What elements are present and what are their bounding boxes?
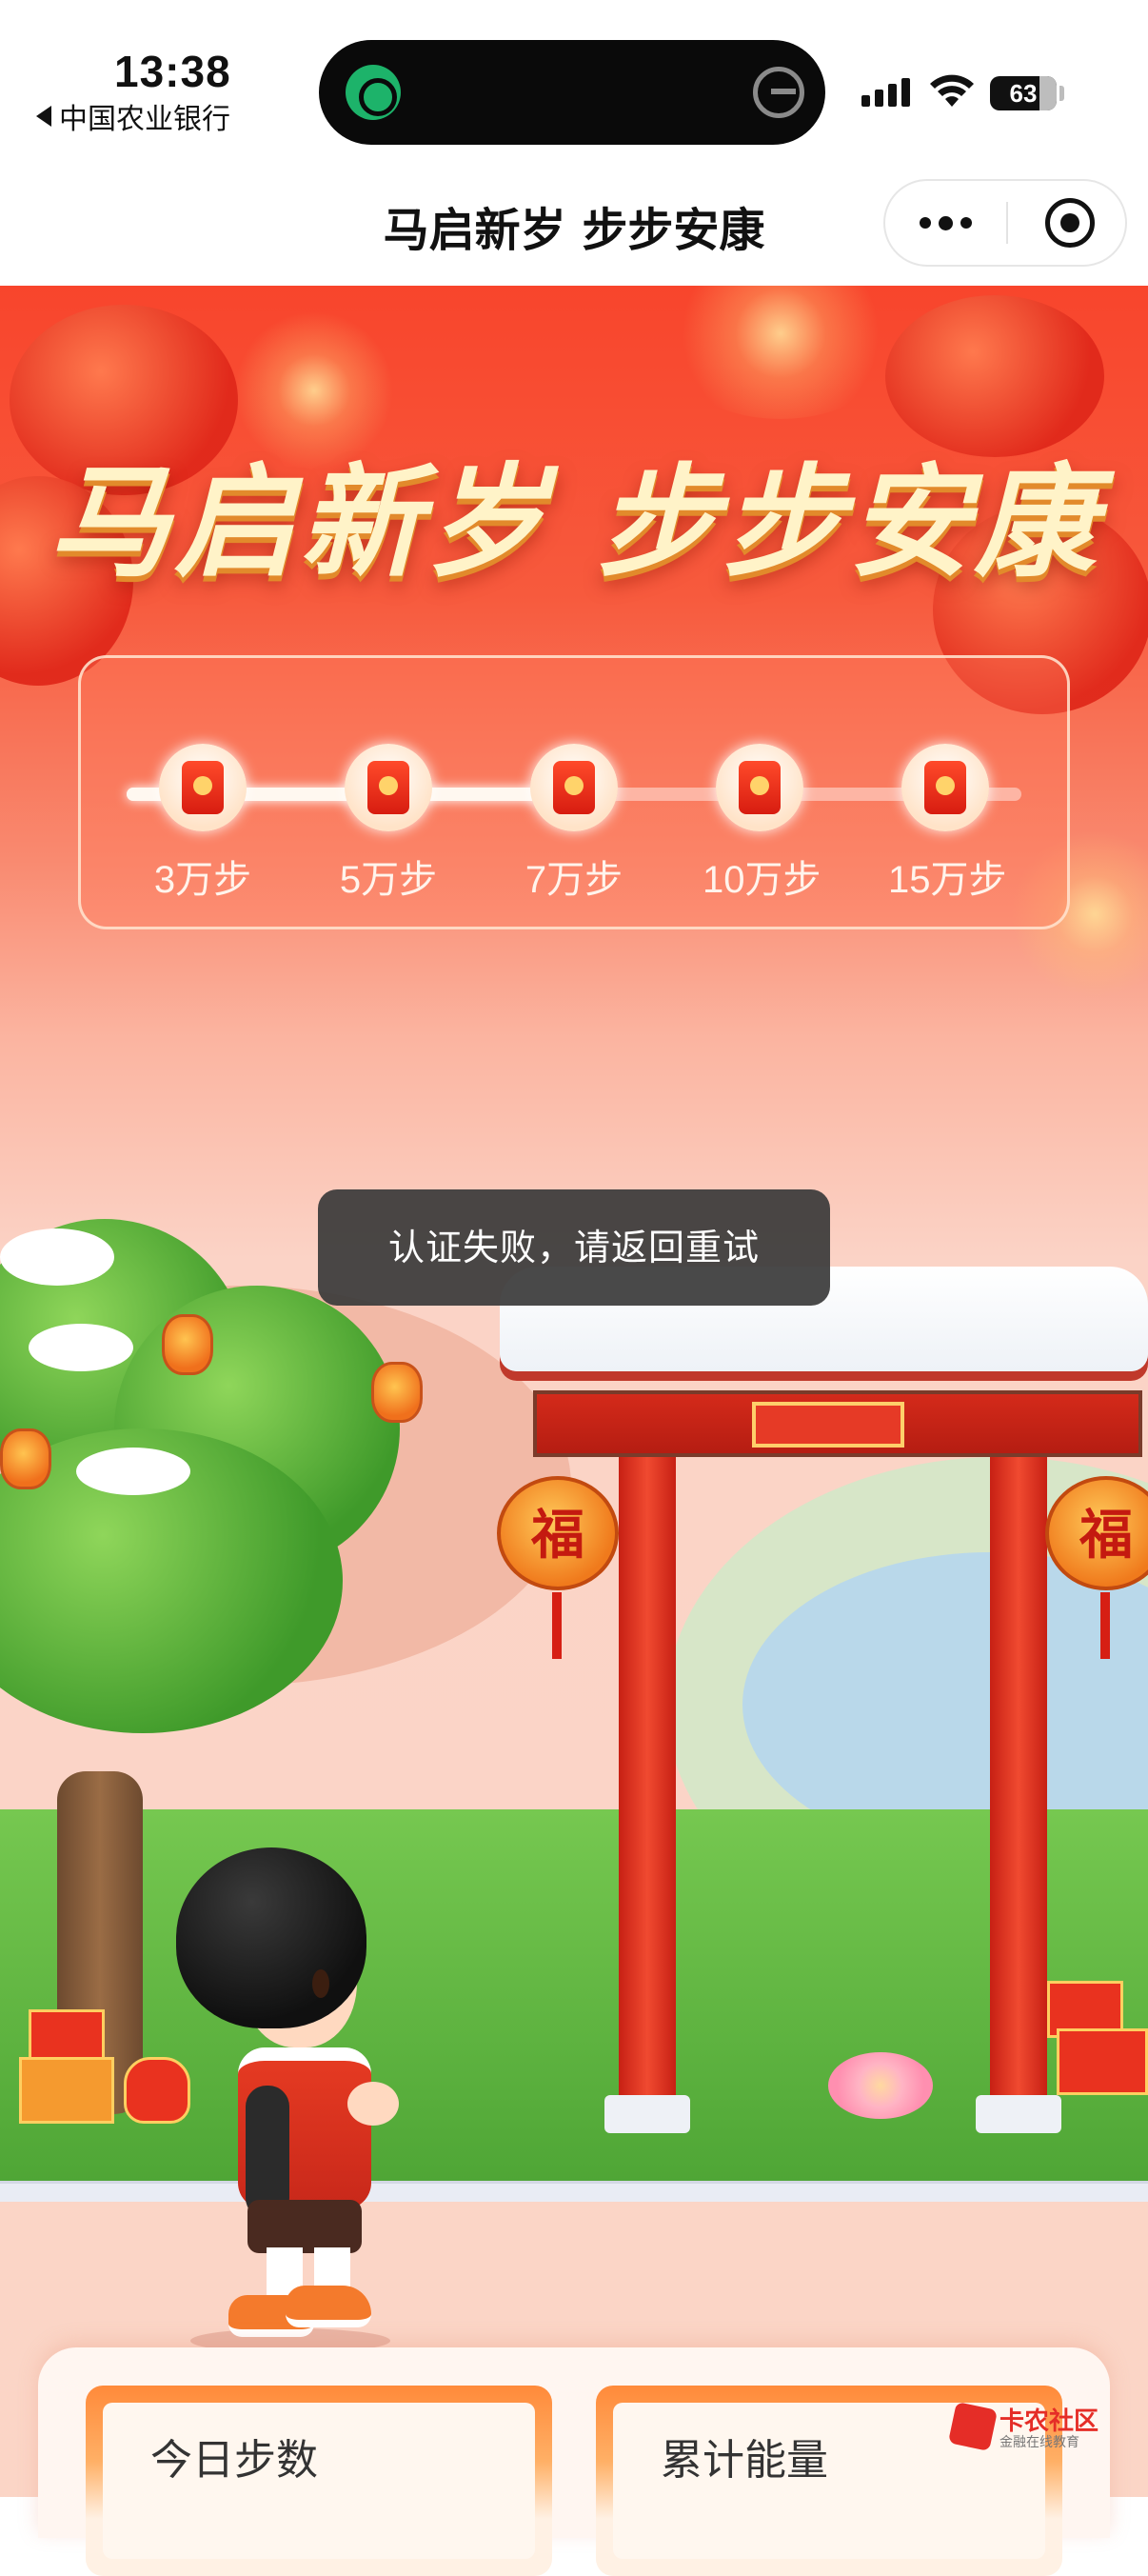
nav-bar: 马启新岁 步步安康: [0, 152, 1148, 286]
small-lantern-decoration: [0, 1428, 51, 1489]
gate-pillar: [619, 1457, 676, 2105]
milestone-list: 3万步 5万步 7万步 10万步 15万步: [127, 744, 1021, 915]
milestone-label: 3万步: [153, 859, 252, 901]
milestone-label: 15万步: [888, 859, 1007, 901]
wifi-icon: [930, 74, 974, 107]
watermark: 卡农社区 金融在线教育: [947, 2401, 1104, 2459]
walking-character: [171, 1847, 399, 2353]
milestone-label: 10万步: [703, 859, 821, 901]
milestone-label: 7万步: [525, 859, 623, 901]
snow-patch: [29, 1324, 133, 1371]
milestone-item[interactable]: 7万步: [517, 744, 631, 904]
red-packet-icon: [345, 744, 432, 831]
snow-patch: [0, 1228, 114, 1286]
activity-scene: 马启新岁 步步安康 3万步 5万步 7万步 10万步 15万步 福 福: [0, 286, 1148, 2497]
milestone-card: 3万步 5万步 7万步 10万步 15万步: [78, 655, 1070, 929]
milestone-item[interactable]: 5万步: [331, 744, 445, 904]
milestone-item[interactable]: 3万步: [146, 744, 260, 904]
today-steps-label: 今日步数: [150, 2436, 318, 2485]
lantern-tassel: [1100, 1592, 1110, 1659]
bank-logo-icon: [346, 65, 401, 120]
status-time: 13:38: [114, 47, 231, 96]
character-eye: [312, 1969, 329, 1998]
red-packet-icon: [901, 744, 989, 831]
character-arm: [246, 2086, 289, 2219]
today-steps-card-body: 今日步数: [103, 2403, 535, 2559]
milestone-label: 5万步: [339, 859, 438, 901]
pillar-base: [604, 2095, 690, 2133]
red-packet-icon: [716, 744, 803, 831]
character-hand: [347, 2082, 399, 2126]
today-steps-card[interactable]: 今日步数: [86, 2386, 552, 2576]
hero-title: 马启新岁 步步安康: [48, 451, 1100, 594]
snow-patch: [76, 1448, 190, 1495]
fu-lantern: 福: [497, 1476, 619, 1590]
watermark-logo-icon: [947, 2401, 999, 2452]
character-pants: [247, 2200, 362, 2253]
flower-decoration: [828, 2052, 933, 2119]
dynamic-island: [319, 40, 825, 145]
firework-decoration: [657, 286, 904, 419]
stats-panel: 今日步数 累计能量: [38, 2347, 1110, 2576]
back-app-label: 中国农业银行: [59, 103, 230, 136]
more-options-icon[interactable]: [885, 181, 1006, 265]
cellular-signal-icon: [861, 78, 910, 107]
gate-plaque: [752, 1402, 904, 1448]
status-bar: 13:38 中国农业银行 63: [0, 0, 1148, 152]
small-lantern-decoration: [162, 1314, 213, 1375]
battery-tip: [1059, 86, 1064, 101]
pillar-base: [976, 2095, 1061, 2133]
exit-icon[interactable]: [753, 67, 804, 118]
character-hair: [176, 1847, 366, 2028]
error-toast: 认证失败，请返回重试: [318, 1189, 830, 1306]
back-to-app-button[interactable]: 中国农业银行: [36, 95, 230, 137]
battery-indicator: 63: [990, 76, 1057, 110]
small-lantern-decoration: [371, 1362, 423, 1423]
lantern-tassel: [552, 1592, 562, 1659]
mini-program-capsule: [883, 179, 1127, 267]
milestone-item[interactable]: 15万步: [888, 744, 1007, 904]
red-packet-icon: [530, 744, 618, 831]
battery-empty-portion: [1039, 76, 1057, 110]
milestone-item[interactable]: 10万步: [703, 744, 821, 904]
gate-pillar: [990, 1457, 1047, 2105]
total-energy-label: 累计能量: [661, 2436, 828, 2485]
red-packet-icon: [159, 744, 247, 831]
close-mini-program-icon[interactable]: [1045, 198, 1095, 248]
gift-box-decoration: [19, 2057, 114, 2124]
character-shoe: [286, 2286, 371, 2327]
battery-level: 63: [1009, 79, 1038, 108]
watermark-subtitle: 金融在线教育: [1000, 2435, 1079, 2450]
capsule-divider: [1006, 202, 1008, 244]
gift-box-decoration: [1057, 2028, 1148, 2095]
back-arrow-icon: [36, 106, 51, 127]
